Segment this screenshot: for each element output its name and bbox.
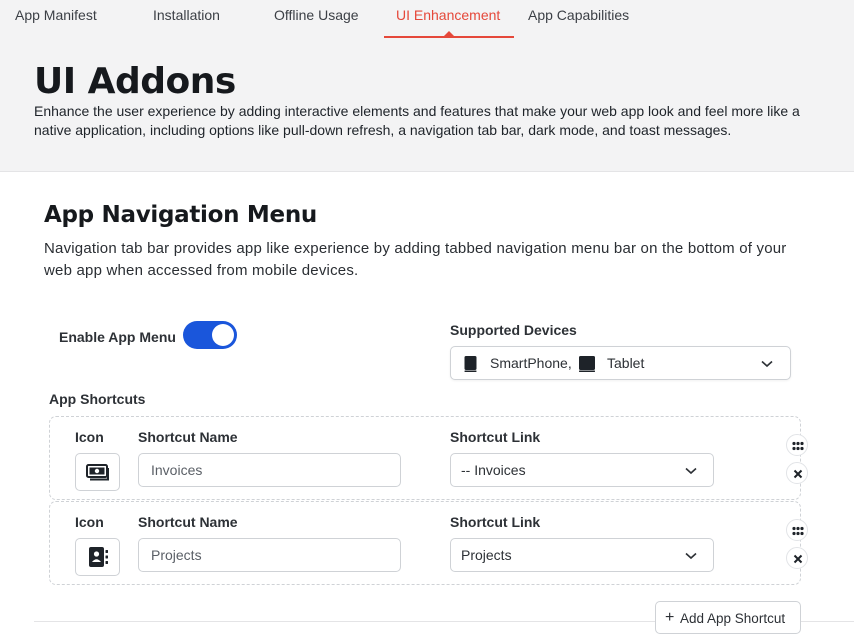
shortcut-link-select[interactable]: Projects: [450, 538, 714, 572]
section-title: App Navigation Menu: [44, 202, 317, 228]
tab-installation[interactable]: Installation: [153, 7, 220, 38]
shortcut-name-input[interactable]: Projects: [138, 538, 401, 572]
contact-book-icon: [89, 547, 108, 567]
drag-handle-button[interactable]: [786, 434, 808, 456]
shortcut-link-label: Shortcut Link: [450, 514, 541, 530]
close-icon: [793, 469, 803, 479]
active-tab-underline: [384, 36, 514, 38]
remove-shortcut-button[interactable]: [786, 462, 808, 484]
tab-bar: App Manifest Installation Offline Usage …: [0, 0, 854, 38]
supported-devices-select[interactable]: SmartPhone, Tablet: [450, 346, 791, 380]
tab-offline-usage[interactable]: Offline Usage: [274, 7, 359, 38]
shortcut-link-value: -- Invoices: [461, 462, 526, 478]
drag-handle-button[interactable]: [786, 519, 808, 541]
toggle-knob: [212, 324, 234, 346]
close-icon: [793, 554, 803, 564]
smartphone-icon: [464, 356, 477, 372]
chevron-down-icon: [761, 360, 773, 368]
money-icon: [86, 464, 109, 481]
tablet-icon: [579, 356, 595, 372]
plus-icon: +: [665, 609, 675, 626]
chevron-down-icon: [685, 467, 697, 475]
shortcut-link-select[interactable]: -- Invoices: [450, 453, 714, 487]
icon-column-label: Icon: [75, 429, 104, 445]
section-description: Navigation tab bar provides app like exp…: [44, 240, 787, 279]
icon-column-label: Icon: [75, 514, 104, 530]
chevron-down-icon: [685, 552, 697, 560]
shortcut-link-label: Shortcut Link: [450, 429, 541, 445]
device-tablet: Tablet: [607, 355, 645, 371]
tab-app-capabilities[interactable]: App Capabilities: [528, 7, 629, 38]
shortcut-card: Icon Shortcut Name Shortcut Link Project…: [49, 501, 801, 585]
shortcut-name-label: Shortcut Name: [138, 429, 238, 445]
enable-app-menu-toggle[interactable]: [183, 321, 237, 349]
page-title: UI Addons: [34, 61, 236, 102]
app-shortcuts-label: App Shortcuts: [49, 391, 146, 407]
enable-app-menu-label: Enable App Menu: [59, 329, 176, 345]
device-smartphone: SmartPhone,: [490, 355, 572, 371]
supported-devices-label: Supported Devices: [450, 322, 577, 338]
shortcut-icon-picker[interactable]: [75, 538, 120, 576]
page-description: Enhance the user experience by adding in…: [34, 103, 800, 138]
shortcut-link-value: Projects: [461, 547, 512, 563]
remove-shortcut-button[interactable]: [786, 547, 808, 569]
drag-dots-icon: [792, 526, 804, 536]
add-app-shortcut-label: Add App Shortcut: [680, 611, 786, 626]
shortcut-card: Icon Shortcut Name Shortcut Link Invoice…: [49, 416, 801, 500]
add-app-shortcut-button[interactable]: + Add App Shortcut: [655, 601, 801, 634]
tab-app-manifest[interactable]: App Manifest: [15, 7, 97, 38]
shortcut-name-label: Shortcut Name: [138, 514, 238, 530]
shortcut-icon-picker[interactable]: [75, 453, 120, 491]
shortcut-name-input[interactable]: Invoices: [138, 453, 401, 487]
drag-dots-icon: [792, 441, 804, 451]
